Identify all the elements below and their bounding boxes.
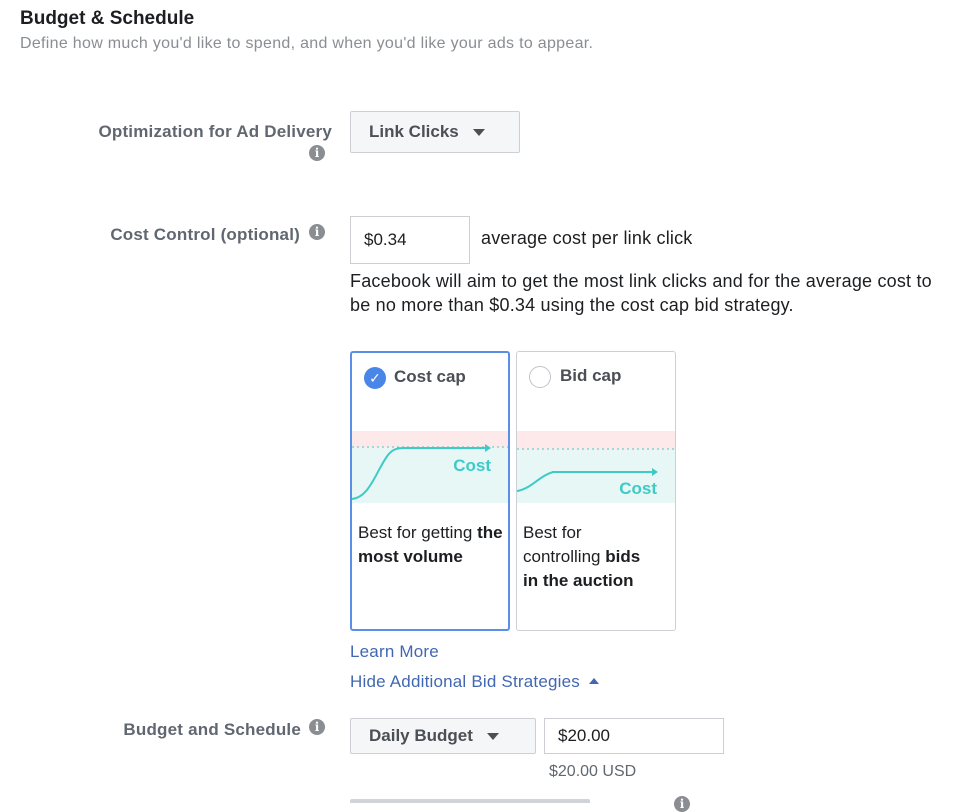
strategy-card-title: Bid cap bbox=[560, 366, 622, 385]
hide-strategies-label: Hide Additional Bid Strategies bbox=[350, 672, 580, 691]
strategy-card-cost-cap[interactable]: ✓ Cost cap Cost Best for getting the mos… bbox=[350, 351, 510, 631]
strategy-card-description: Best for controlling bids in the auction bbox=[523, 521, 643, 593]
cost-control-amount-value: $0.34 bbox=[364, 230, 407, 249]
strategy-card-description: Best for getting the most volume bbox=[358, 521, 506, 569]
cost-control-amount-input[interactable]: $0.34 bbox=[350, 216, 470, 264]
hide-strategies-link[interactable]: Hide Additional Bid Strategies bbox=[350, 672, 599, 692]
optimization-dropdown[interactable]: Link Clicks bbox=[350, 111, 520, 153]
strategy-card-bid-cap[interactable]: Bid cap Cost Best for controlling bids i… bbox=[516, 351, 676, 631]
chevron-down-icon bbox=[486, 732, 499, 740]
chevron-down-icon bbox=[472, 128, 485, 136]
learn-more-link[interactable]: Learn More bbox=[350, 642, 439, 662]
cost-control-suffix: average cost per link click bbox=[481, 228, 693, 248]
radio-button[interactable] bbox=[529, 366, 551, 388]
budget-type-dropdown[interactable]: Daily Budget bbox=[350, 718, 536, 754]
info-icon[interactable]: i bbox=[309, 224, 325, 240]
section-subtitle: Define how much you'd like to spend, and… bbox=[20, 35, 594, 52]
info-icon[interactable]: i bbox=[309, 145, 325, 161]
chart-label: Cost bbox=[453, 456, 491, 475]
strategy-card-title: Cost cap bbox=[394, 367, 466, 386]
budget-amount-input[interactable]: $20.00 bbox=[544, 718, 724, 754]
budget-type-value: Daily Budget bbox=[369, 726, 473, 745]
budget-usd-amount: $20.00 USD bbox=[549, 763, 637, 780]
chevron-up-icon bbox=[588, 677, 599, 684]
optimization-label: Optimization for Ad Delivery bbox=[98, 122, 332, 141]
info-icon[interactable]: i bbox=[309, 719, 325, 735]
budget-amount-value: $20.00 bbox=[558, 726, 610, 745]
desc-plain: Best for getting bbox=[358, 523, 473, 542]
chart-label: Cost bbox=[619, 479, 657, 498]
budget-label: Budget and Schedule bbox=[123, 720, 301, 739]
cost-control-description: Facebook will aim to get the most link c… bbox=[350, 271, 932, 315]
cost-control-label: Cost Control (optional) bbox=[110, 225, 300, 244]
optimization-dropdown-value: Link Clicks bbox=[369, 122, 459, 141]
info-icon[interactable]: i bbox=[674, 796, 690, 812]
checkmark-icon: ✓ bbox=[364, 367, 386, 389]
section-title: Budget & Schedule bbox=[20, 8, 195, 29]
desc-plain: Best for controlling bbox=[523, 523, 601, 566]
